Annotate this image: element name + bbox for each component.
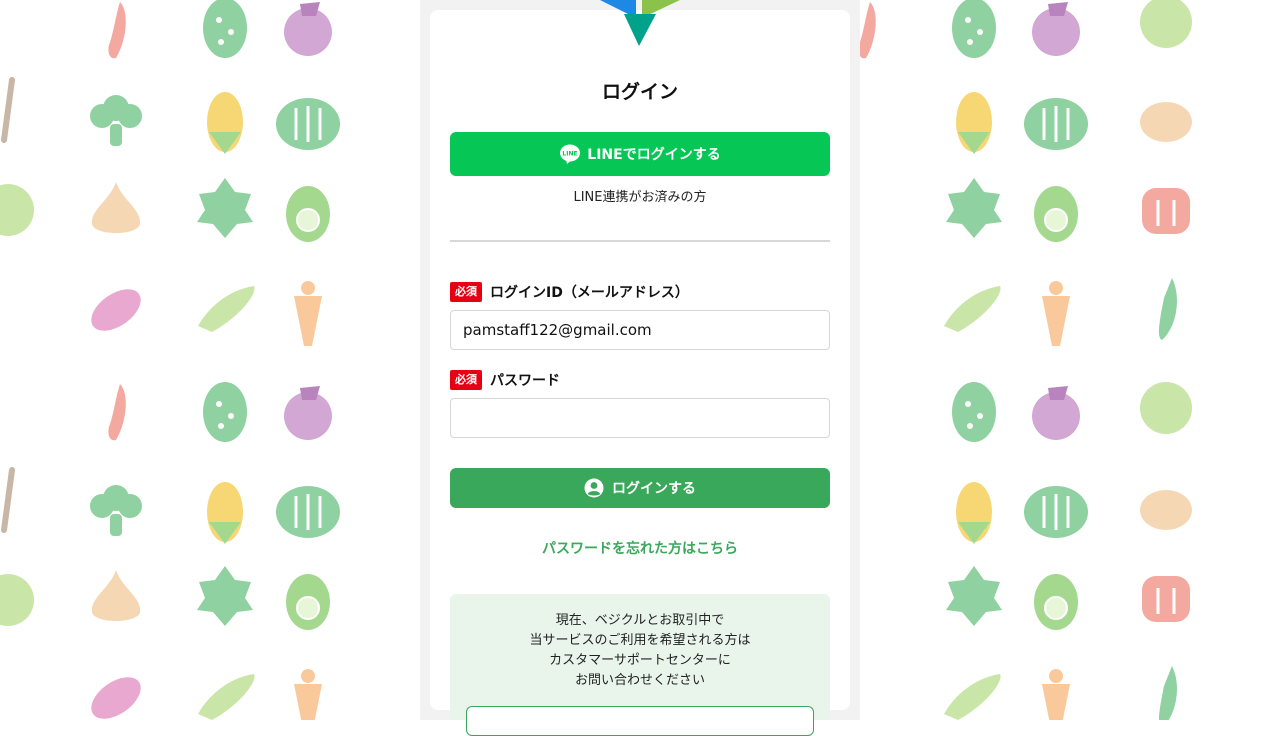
login-id-label: ログインID（メールアドレス） xyxy=(490,285,689,301)
password-label: パスワード xyxy=(490,373,560,389)
login-submit-button[interactable]: ログインする xyxy=(450,468,830,508)
login-id-input[interactable] xyxy=(450,310,830,350)
login-submit-label: ログインする xyxy=(612,481,696,497)
contact-support-button[interactable] xyxy=(466,706,814,736)
required-badge: 必須 xyxy=(450,282,482,302)
line-login-button[interactable]: LINE LINEでログインする xyxy=(450,132,830,176)
password-input[interactable] xyxy=(450,398,830,438)
info-line: お問い合わせください xyxy=(574,673,705,688)
line-icon: LINE xyxy=(560,144,581,164)
page-title: ログイン xyxy=(601,81,678,103)
password-label-row: 必須 パスワード xyxy=(450,370,560,390)
forgot-password-link[interactable]: パスワードを忘れた方はこちら xyxy=(430,538,850,558)
contact-info-box: 現在、ベジクルとお取引中で 当サービスのご利用を希望される方は カスタマーサポー… xyxy=(450,594,830,736)
login-id-label-row: 必須 ログインID（メールアドレス） xyxy=(450,282,689,302)
line-icon-text: LINE xyxy=(563,151,578,158)
info-line: 当サービスのご利用を希望される方は xyxy=(529,633,751,648)
required-badge: 必須 xyxy=(450,370,482,390)
brand-logo-icon xyxy=(600,0,680,46)
info-line: カスタマーサポートセンターに xyxy=(549,653,731,668)
info-line: 現在、ベジクルとお取引中で xyxy=(555,613,725,628)
line-login-label: LINEでログインする xyxy=(587,147,721,163)
contact-info-text: 現在、ベジクルとお取引中で 当サービスのご利用を希望される方は カスタマーサポー… xyxy=(450,611,830,691)
section-divider xyxy=(450,240,830,242)
user-circle-icon xyxy=(584,478,604,498)
line-linked-note: LINE連携がお済みの方 xyxy=(573,190,707,205)
